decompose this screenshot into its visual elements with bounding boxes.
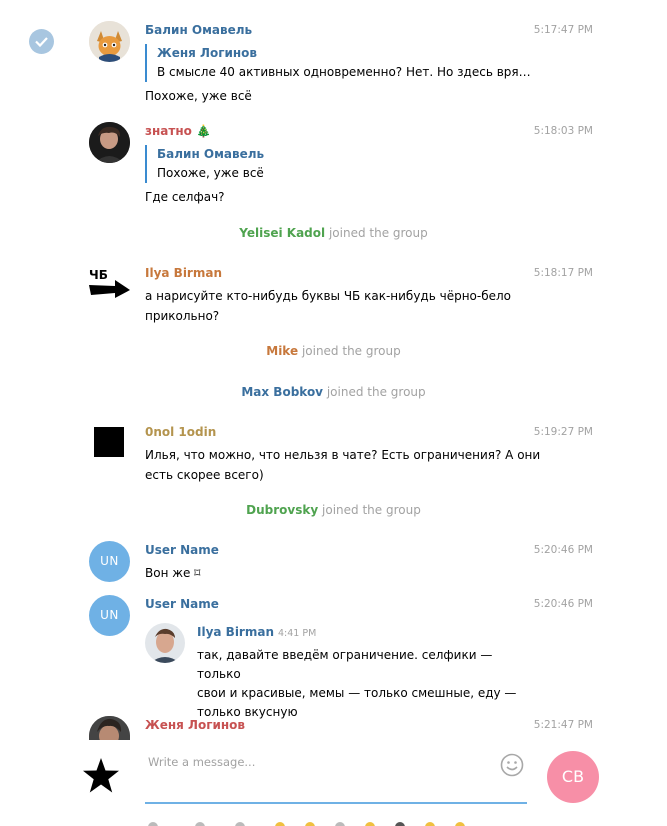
message-text-line: есть скорее всего) xyxy=(145,468,264,482)
message-text-line: а нарисуйте кто-нибудь буквы ЧБ как-нибу… xyxy=(145,289,512,303)
service-message: Yelisei Kadol joined the group xyxy=(0,226,667,240)
service-text: joined the group xyxy=(322,503,421,517)
message-time: 5:19:27 PM xyxy=(533,426,593,438)
service-text: joined the group xyxy=(328,226,428,240)
service-user[interactable]: Max Bobkov xyxy=(241,385,323,399)
message-author[interactable]: 0nol 1odin xyxy=(145,425,216,439)
service-text: joined the group xyxy=(301,344,401,358)
message-author[interactable]: Ilya Birman xyxy=(145,266,222,280)
input-underline xyxy=(145,802,527,804)
forwarded-text: так, давайте введём ограничение. селфики… xyxy=(197,646,517,722)
avatar[interactable]: UN xyxy=(89,541,130,582)
message-author[interactable]: User Name xyxy=(145,597,219,611)
service-user[interactable]: Yelisei Kadol xyxy=(239,226,325,240)
message-text: а нарисуйте кто-нибудь буквы ЧБ как-нибу… xyxy=(145,286,511,326)
avatar[interactable] xyxy=(89,122,130,163)
avatar[interactable]: UN xyxy=(89,595,130,636)
avatar-text: ЧБ xyxy=(89,268,108,282)
message-author[interactable]: Балин Омавель xyxy=(145,23,252,37)
message-time: 5:20:46 PM xyxy=(533,544,593,556)
message-text: Где селфач? xyxy=(145,190,225,204)
forwarded-author[interactable]: Ilya Birman 4:41 PM xyxy=(197,625,316,639)
send-button[interactable]: CB xyxy=(547,751,599,803)
message-author[interactable]: User Name xyxy=(145,543,219,557)
reply-quote[interactable]: Балин Омавель Похоже, уже всё xyxy=(145,145,537,183)
service-user[interactable]: Mike xyxy=(266,344,298,358)
message-input[interactable]: Write a message... xyxy=(148,755,255,769)
message-text-line: так, давайте введём ограничение. селфики… xyxy=(197,648,493,681)
service-message: Dubrovsky joined the group xyxy=(0,503,667,517)
avatar[interactable] xyxy=(89,422,130,463)
reply-author: Женя Логинов xyxy=(157,46,258,60)
reply-text: В смысле 40 активных одновременно? Нет. … xyxy=(157,65,537,79)
avatar[interactable] xyxy=(89,716,130,740)
message-text-line: прикольно? xyxy=(145,309,220,323)
avatar[interactable]: ЧБ xyxy=(89,264,130,305)
service-user[interactable]: Dubrovsky xyxy=(246,503,318,517)
forwarded-time: 4:41 PM xyxy=(278,628,317,639)
message-time: 5:21:47 PM xyxy=(533,719,593,731)
star-icon[interactable] xyxy=(82,757,120,798)
message-text-line: свои и красивые, мемы — только смешные, … xyxy=(197,686,517,700)
message-text-line: Илья, что можно, что нельзя в чате? Есть… xyxy=(145,448,541,462)
message-text: Вон же ⌑ xyxy=(145,566,201,580)
message-author[interactable]: Женя Логинов xyxy=(145,718,245,732)
emoji-icon[interactable] xyxy=(500,753,524,777)
message-author[interactable]: знатно 🎄 xyxy=(145,124,211,138)
service-text: joined the group xyxy=(326,385,426,399)
message-time: 5:18:17 PM xyxy=(533,267,593,279)
forwarded-avatar[interactable] xyxy=(145,623,185,663)
service-message: Mike joined the group xyxy=(0,344,667,358)
message-time: 5:20:46 PM xyxy=(533,598,593,610)
service-message: Max Bobkov joined the group xyxy=(0,385,667,399)
message-time: 5:17:47 PM xyxy=(533,24,593,36)
avatar[interactable] xyxy=(89,21,130,62)
reply-author: Балин Омавель xyxy=(157,147,265,161)
message-text: Похоже, уже всё xyxy=(145,89,252,103)
selected-check-icon[interactable] xyxy=(29,29,54,54)
message-time: 5:18:03 PM xyxy=(533,125,593,137)
reply-quote[interactable]: Женя Логинов В смысле 40 активных одновр… xyxy=(145,44,537,82)
reply-text: Похоже, уже всё xyxy=(157,166,264,180)
forwarded-author-name[interactable]: Ilya Birman xyxy=(197,625,274,639)
message-text: Илья, что можно, что нельзя в чате? Есть… xyxy=(145,445,540,485)
